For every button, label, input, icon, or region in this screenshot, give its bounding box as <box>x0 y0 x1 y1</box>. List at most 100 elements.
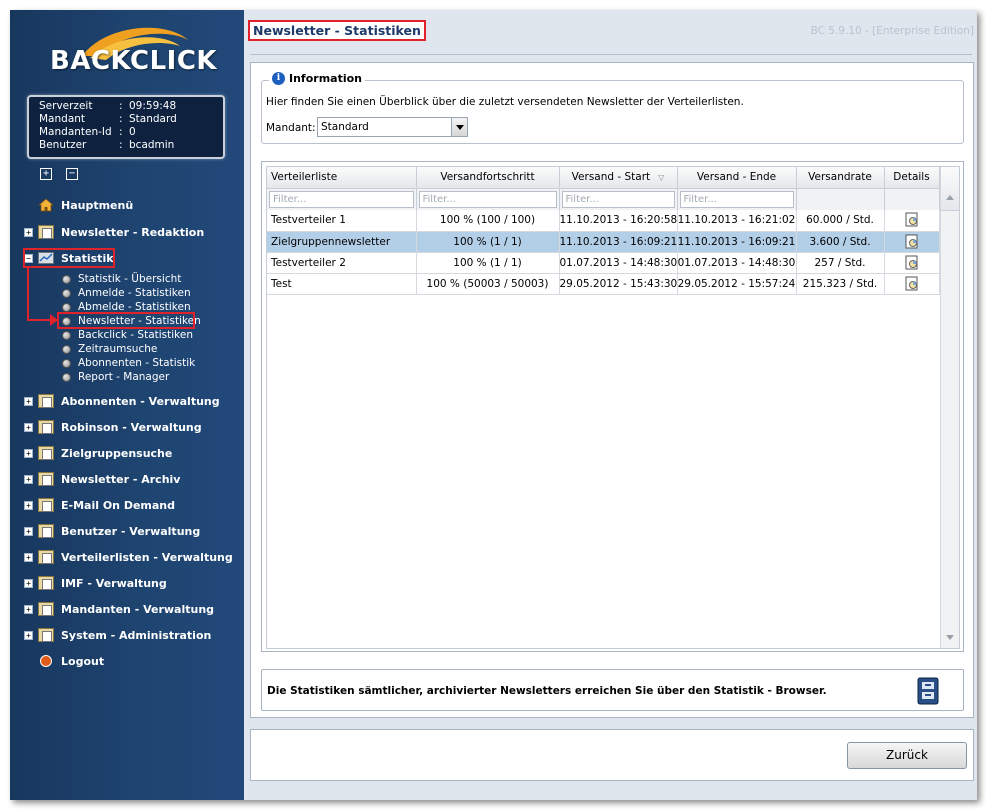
column-header-versandfortschritt[interactable]: Versandfortschritt <box>416 167 560 189</box>
sidebar-item-system[interactable]: + System - Administration <box>24 626 211 644</box>
cell-versandrate: 60.000 / Std. <box>796 210 885 232</box>
expand-icon[interactable]: + <box>24 396 33 406</box>
sidebar-item-zielgruppensuche[interactable]: + Zielgruppensuche <box>24 444 172 462</box>
grid-header-row: Verteilerliste Versandfortschritt Versan… <box>267 167 940 189</box>
sidebar-item-label: Verteilerlisten - Verwaltung <box>61 550 233 564</box>
details-report-icon[interactable] <box>905 212 919 228</box>
sidebar-item-label: IMF - Verwaltung <box>61 576 167 590</box>
details-report-icon[interactable] <box>905 276 919 292</box>
filter-input-versandfortschritt[interactable]: Filter... <box>418 190 557 208</box>
column-header-versandrate[interactable]: Versandrate <box>796 167 885 189</box>
cell-verteilerliste: Test <box>267 273 417 295</box>
grid-scrollbar[interactable] <box>940 167 959 648</box>
cell-verteilerliste: Zielgruppennewsletter <box>267 231 417 253</box>
mandant-select-value: Standard <box>321 121 369 133</box>
column-header-label: Versand - Start <box>571 171 651 184</box>
mandant-row: Mandant: Standard <box>39 113 177 125</box>
sidebar-item-label: Newsletter - Redaktion <box>61 225 205 239</box>
sort-desc-icon: ▽ <box>658 173 665 183</box>
column-header-versand-ende[interactable]: Versand - Ende <box>677 167 797 189</box>
user-row: Benutzer: bcadmin <box>39 139 175 151</box>
filter-input-versand-ende[interactable]: Filter... <box>679 190 794 208</box>
sub-item-label: Anmelde - Statistiken <box>78 287 191 299</box>
sidebar-item-benutzer[interactable]: + Benutzer - Verwaltung <box>24 522 200 540</box>
main-area: Newsletter - Statistiken BC 5.9.10 - [En… <box>244 10 977 800</box>
sidebar-item-logout[interactable]: Logout <box>24 652 104 670</box>
sidebar: BACKCLICK Serverzeit:09:59:48 Mandant: St… <box>10 10 244 800</box>
expand-icon[interactable]: + <box>24 604 33 614</box>
cell-versand-ende: 29.05.2012 - 15:57:24 <box>677 273 797 295</box>
cell-versandfortschritt: 100 % (1 / 1) <box>416 252 560 274</box>
expand-icon[interactable]: + <box>24 578 33 588</box>
sub-item-statistik-uebersicht[interactable]: Statistik - Übersicht <box>62 272 181 286</box>
scroll-down-icon[interactable] <box>946 635 954 640</box>
column-header-verteilerliste[interactable]: Verteilerliste <box>267 167 417 189</box>
sub-item-anmelde[interactable]: Anmelde - Statistiken <box>62 286 191 300</box>
info-key: Serverzeit <box>39 100 93 112</box>
back-button[interactable]: Zurück <box>847 742 967 769</box>
details-report-icon[interactable] <box>905 234 919 250</box>
info-value: 0 <box>129 126 136 138</box>
table-row[interactable]: Testverteiler 1 100 % (100 / 100) 11.10.… <box>267 210 940 232</box>
folder-icon <box>38 446 54 460</box>
table-row[interactable]: Testverteiler 2 100 % (1 / 1) 01.07.2013… <box>267 252 940 274</box>
folder-icon <box>38 394 54 408</box>
column-header-versand-start[interactable]: Versand - Start ▽ <box>559 167 678 189</box>
highlight-box-statistik <box>23 248 115 268</box>
expand-icon[interactable]: + <box>24 500 33 510</box>
sidebar-item-archiv[interactable]: + Newsletter - Archiv <box>24 470 180 488</box>
sidebar-item-label: Hauptmenü <box>61 198 134 212</box>
sidebar-item-label: Robinson - Verwaltung <box>61 420 202 434</box>
expand-icon[interactable]: + <box>24 474 33 484</box>
sub-item-label: Statistik - Übersicht <box>78 273 182 285</box>
collapse-all-button[interactable]: − <box>66 168 78 180</box>
sidebar-item-label: Abonnenten - Verwaltung <box>61 394 220 408</box>
sub-item-abonnenten-statistik[interactable]: Abonnenten - Statistik <box>62 356 195 370</box>
expand-icon[interactable]: + <box>24 227 33 237</box>
info-icon: i <box>272 72 285 85</box>
sidebar-item-mandanten[interactable]: + Mandanten - Verwaltung <box>24 600 214 618</box>
statistik-browser-icon[interactable] <box>915 676 941 706</box>
mandant-select[interactable]: Standard <box>317 117 468 137</box>
sidebar-item-label: Zielgruppensuche <box>61 446 173 460</box>
folder-icon <box>38 576 54 590</box>
bullet-icon <box>62 358 71 368</box>
sidebar-item-redaktion[interactable]: + Newsletter - Redaktion <box>24 223 204 241</box>
logo-text: BACKCLICK <box>50 46 218 76</box>
sidebar-item-verteilerlisten[interactable]: + Verteilerlisten - Verwaltung <box>24 548 233 566</box>
sidebar-item-email-on-demand[interactable]: + E-Mail On Demand <box>24 496 175 514</box>
scroll-up-icon[interactable] <box>946 195 954 200</box>
filter-input-versand-start[interactable]: Filter... <box>561 190 675 208</box>
sub-item-report-manager[interactable]: Report - Manager <box>62 370 169 384</box>
expand-icon[interactable]: + <box>24 422 33 432</box>
grid-table: Verteilerliste Versandfortschritt Versan… <box>267 167 940 295</box>
sidebar-item-imf[interactable]: + IMF - Verwaltung <box>24 574 167 592</box>
filter-input-verteilerliste[interactable]: Filter... <box>269 190 414 208</box>
bullet-icon <box>62 302 71 312</box>
expand-icon[interactable]: + <box>24 630 33 640</box>
sub-item-backclick[interactable]: Backclick - Statistiken <box>62 328 193 342</box>
table-row[interactable]: Zielgruppennewsletter 100 % (1 / 1) 11.1… <box>267 231 940 253</box>
cell-details <box>884 231 940 253</box>
expand-icon[interactable]: + <box>24 448 33 458</box>
expand-icon[interactable]: + <box>24 552 33 562</box>
expand-all-button[interactable]: + <box>40 168 52 180</box>
sidebar-item-abonnenten[interactable]: + Abonnenten - Verwaltung <box>24 392 220 410</box>
grid-filter-row: Filter... Filter... Filter... Filter... <box>267 188 940 210</box>
server-info-box: Serverzeit:09:59:48 Mandant: Standard Man… <box>27 95 225 159</box>
sub-item-label: Report - Manager <box>78 371 170 383</box>
newsletter-grid: Verteilerliste Versandfortschritt Versan… <box>266 166 960 649</box>
info-value: Standard <box>129 113 177 125</box>
details-report-icon[interactable] <box>905 255 919 271</box>
column-header-details[interactable]: Details <box>884 167 940 189</box>
sidebar-item-hauptmenu[interactable]: Hauptmenü <box>24 196 133 214</box>
cell-versand-start: 01.07.2013 - 14:48:30 <box>559 252 678 274</box>
folder-icon <box>38 602 54 616</box>
cell-versand-ende: 11.10.2013 - 16:09:21 <box>677 231 797 253</box>
sub-item-zeitraumsuche[interactable]: Zeitraumsuche <box>62 342 157 356</box>
expand-icon[interactable]: + <box>24 526 33 536</box>
sidebar-item-robinson[interactable]: + Robinson - Verwaltung <box>24 418 202 436</box>
folder-icon <box>38 420 54 434</box>
table-row[interactable]: Test 100 % (50003 / 50003) 29.05.2012 - … <box>267 273 940 295</box>
chevron-down-icon[interactable] <box>451 118 467 136</box>
